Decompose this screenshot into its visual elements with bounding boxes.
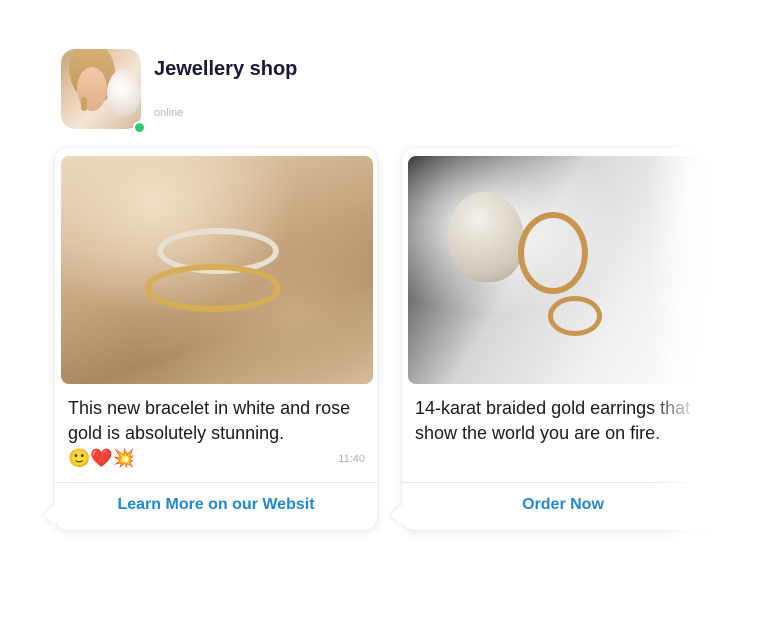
earrings-image[interactable]	[408, 156, 720, 384]
learn-more-button[interactable]: Learn More on our Websit	[55, 483, 377, 530]
avatar-earring	[81, 97, 87, 111]
card-emojis: 🙂❤️💥	[68, 448, 136, 468]
shop-avatar[interactable]	[61, 49, 141, 129]
earring-large	[518, 212, 588, 294]
card-message: 14-karat braided gold earrings that show…	[415, 398, 691, 443]
bracelet-image[interactable]	[61, 156, 373, 384]
shop-name: Jewellery shop	[154, 58, 298, 80]
carousel-card-bracelet: This new bracelet in white and rose gold…	[44, 148, 377, 530]
order-now-button[interactable]: Order Now	[402, 483, 724, 530]
avatar-flower	[107, 69, 141, 117]
online-status-dot	[133, 121, 146, 134]
card-message: This new bracelet in white and rose gold…	[68, 396, 368, 471]
rose-gold-ring	[145, 264, 281, 312]
chat-window: Jewellery shop online This new bracelet …	[0, 0, 768, 620]
card-message-text: This new bracelet in white and rose gold…	[68, 398, 351, 443]
message-time: 11:40	[338, 453, 365, 465]
earring-small	[548, 296, 602, 336]
carousel-card-earrings: 14-karat braided gold earrings that show…	[391, 148, 724, 530]
shop-status: online	[154, 107, 184, 119]
stone-prop	[448, 192, 524, 282]
